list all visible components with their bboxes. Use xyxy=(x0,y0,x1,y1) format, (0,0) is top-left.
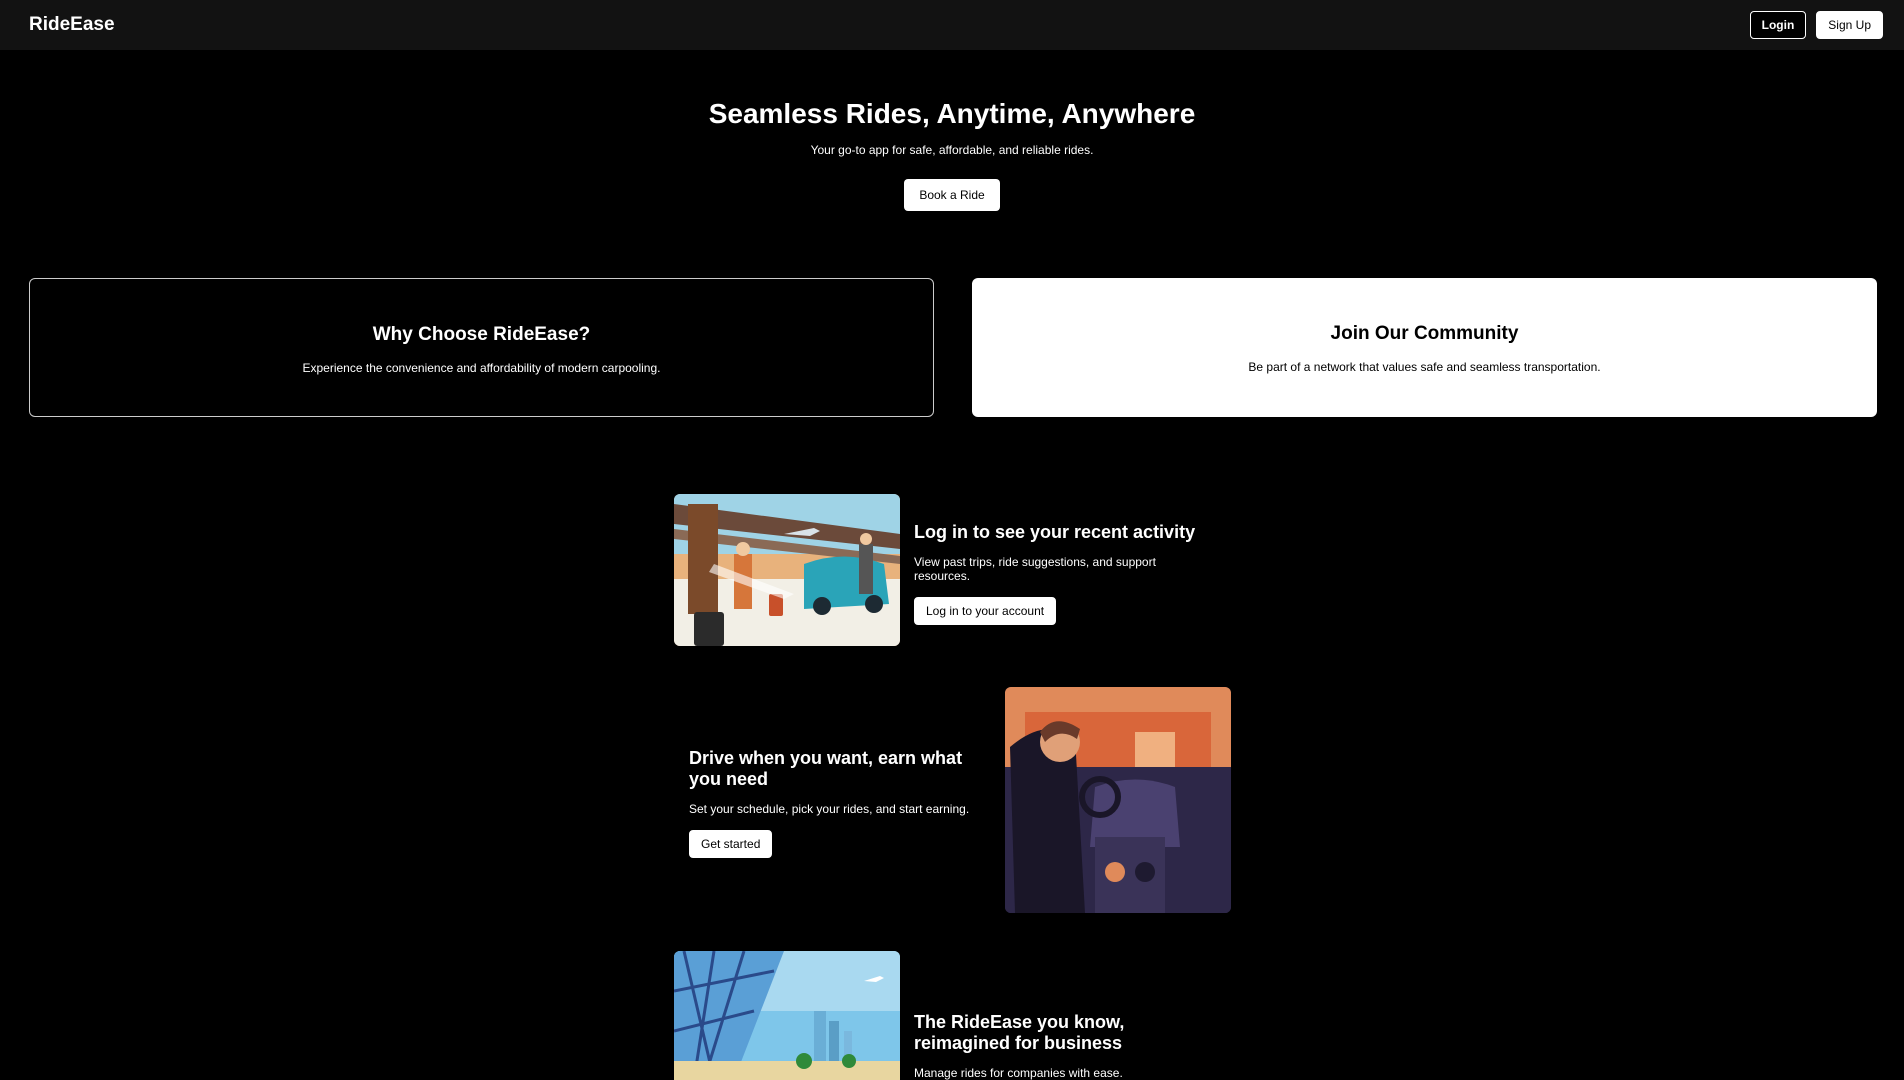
hero-subtitle: Your go-to app for safe, affordable, and… xyxy=(810,143,1094,157)
why-choose-card: Why Choose RideEase? Experience the conv… xyxy=(29,278,934,417)
business-section: The RideEase you know, reimagined for bu… xyxy=(914,1012,1214,1080)
login-account-button[interactable]: Log in to your account xyxy=(914,597,1057,625)
airport-illustration xyxy=(674,494,900,646)
business-title: The RideEase you know, reimagined for bu… xyxy=(914,1012,1125,1053)
recent-activity-text: View past trips, ride suggestions, and s… xyxy=(914,555,1156,583)
signup-button[interactable]: Sign Up xyxy=(1816,11,1883,39)
why-choose-text: Experience the convenience and affordabi… xyxy=(302,361,661,375)
why-choose-title: Why Choose RideEase? xyxy=(372,324,591,345)
driver-illustration xyxy=(1005,687,1231,913)
drive-earn-title: Drive when you want, earn what you need xyxy=(689,748,963,789)
drive-earn-text: Set your schedule, pick your rides, and … xyxy=(689,802,970,816)
business-illustration xyxy=(674,951,900,1080)
book-ride-button[interactable]: Book a Ride xyxy=(904,179,1000,211)
get-started-button[interactable]: Get started xyxy=(689,830,773,858)
hero-title: Seamless Rides, Anytime, Anywhere xyxy=(708,98,1196,129)
login-button[interactable]: Login xyxy=(1749,11,1807,39)
join-community-title: Join Our Community xyxy=(1330,323,1519,344)
business-text: Manage rides for companies with ease. xyxy=(914,1066,1123,1080)
drive-earn-section: Drive when you want, earn what you need … xyxy=(689,748,989,858)
join-community-text: Be part of a network that values safe an… xyxy=(1248,360,1601,374)
nav-actions: Login Sign Up xyxy=(1749,11,1883,39)
top-navbar: RideEase Login Sign Up xyxy=(0,0,1904,50)
recent-activity-title: Log in to see your recent activity xyxy=(914,522,1196,542)
join-community-card: Join Our Community Be part of a network … xyxy=(972,278,1877,417)
recent-activity-section: Log in to see your recent activity View … xyxy=(914,522,1214,625)
brand-logo[interactable]: RideEase xyxy=(29,14,115,36)
hero-section: Seamless Rides, Anytime, Anywhere Your g… xyxy=(686,52,1218,232)
